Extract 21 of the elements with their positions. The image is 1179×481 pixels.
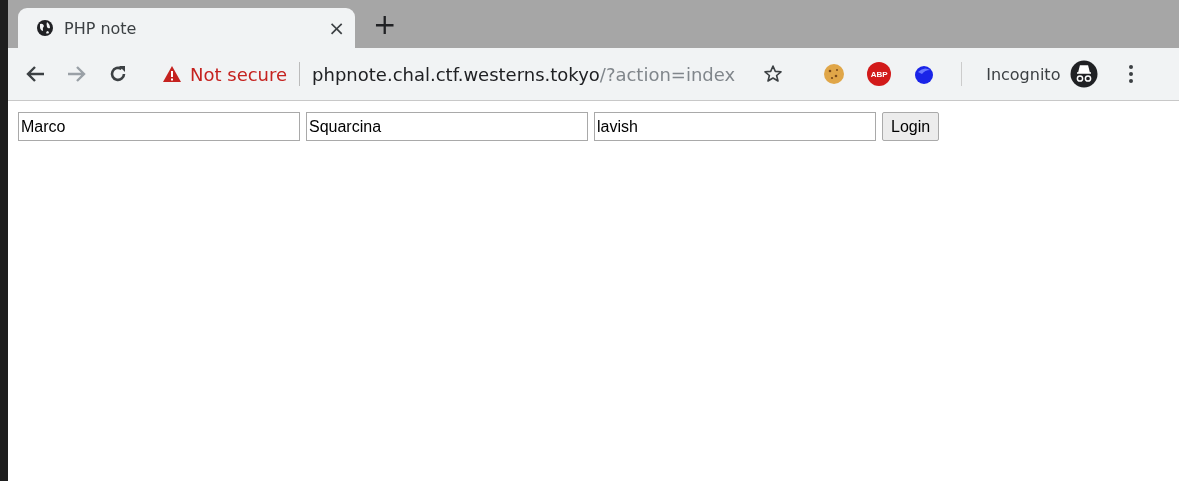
extension-icon[interactable] [913, 63, 936, 85]
back-icon[interactable] [24, 64, 46, 84]
text-field[interactable]: Squarcina [306, 112, 588, 141]
address-bar[interactable]: phpnote.chal.ctf.westerns.tokyo/?action=index [312, 63, 736, 85]
security-status[interactable]: Not secure [190, 63, 288, 85]
cookie-icon[interactable] [823, 63, 846, 85]
incognito-icon[interactable] [1070, 60, 1099, 88]
profile-label[interactable]: Incognito [986, 64, 1061, 84]
reload-icon[interactable] [108, 64, 128, 84]
tab-title: PHP note [64, 18, 138, 38]
text-field[interactable]: lavish [594, 112, 876, 141]
menu-icon[interactable] [1128, 64, 1135, 84]
adblock-button[interactable]: ABP [867, 62, 892, 86]
text-field[interactable]: Marco [18, 112, 300, 141]
close-tab-button[interactable]: × [328, 16, 345, 40]
warning-icon [162, 65, 182, 83]
star-icon[interactable] [763, 64, 784, 84]
new-tab-button[interactable]: + [373, 8, 397, 42]
globe-icon [36, 19, 54, 37]
browser-tab[interactable]: PHP note × [18, 8, 355, 48]
login-button[interactable]: Login [882, 112, 940, 141]
